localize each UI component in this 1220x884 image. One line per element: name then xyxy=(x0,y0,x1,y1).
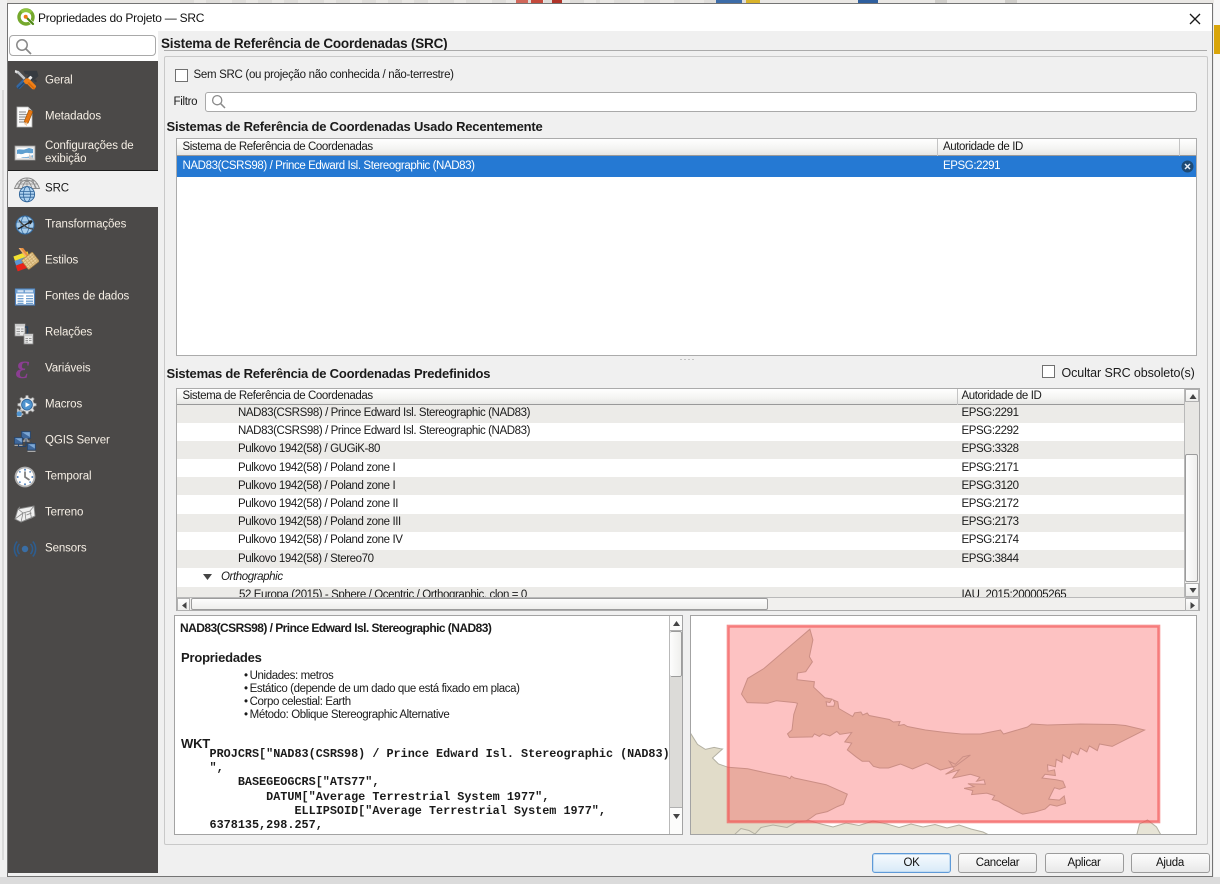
svg-text:Ɛ: Ɛ xyxy=(16,357,30,381)
